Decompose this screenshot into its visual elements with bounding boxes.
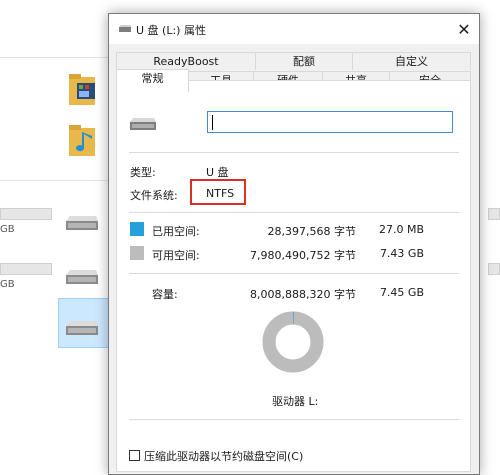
free-space-bytes: 7,980,490,752 字节 <box>250 249 356 262</box>
title-bar[interactable]: U 盘 (L:) 属性 ✕ <box>109 14 479 44</box>
text-caret <box>212 115 213 130</box>
drive-icon[interactable] <box>64 267 100 287</box>
separator <box>129 152 459 153</box>
usage-donut-chart <box>262 311 324 373</box>
close-button[interactable]: ✕ <box>449 14 479 44</box>
drive-usage-bar <box>0 263 52 275</box>
tab-customize[interactable]: 自定义 <box>352 52 471 70</box>
drive-usage-bar <box>488 208 500 220</box>
dialog-title: U 盘 (L:) 属性 <box>136 24 206 37</box>
capacity-bytes: 8,008,888,320 字节 <box>250 288 356 301</box>
folder-music-icon[interactable] <box>68 124 98 158</box>
capacity-size: 7.45 GB <box>379 286 424 299</box>
drive-name-input[interactable] <box>207 111 453 133</box>
type-label: 类型: <box>130 166 156 179</box>
usb-drive-icon <box>119 25 131 32</box>
filesystem-label: 文件系统: <box>130 189 178 202</box>
drive-letter-label: 驱动器 L: <box>272 395 319 408</box>
close-icon: ✕ <box>457 19 471 39</box>
drive-usage-bar <box>0 208 52 220</box>
compress-checkbox[interactable] <box>129 450 140 461</box>
compress-label[interactable]: 压缩此驱动器以节约磁盘空间(C) <box>144 448 303 464</box>
free-space-ring <box>262 311 324 373</box>
tab-quota[interactable]: 配额 <box>255 52 353 70</box>
free-space-label: 可用空间: <box>152 249 200 262</box>
properties-dialog: U 盘 (L:) 属性 ✕ ReadyBoost 配额 自定义 常规 工具 硬件… <box>108 13 480 475</box>
drive-icon[interactable] <box>64 213 100 233</box>
usb-drive-icon <box>130 118 156 130</box>
type-value: U 盘 <box>206 166 229 179</box>
separator <box>129 273 459 274</box>
explorer-divider <box>0 57 110 58</box>
free-space-size: 7.43 GB <box>379 247 424 260</box>
capacity-label: 容量: <box>152 288 178 301</box>
drive-size-text: GB <box>0 279 15 290</box>
used-space-bytes: 28,397,568 字节 <box>267 225 356 238</box>
tab-readyboost[interactable]: ReadyBoost <box>116 52 256 70</box>
free-space-swatch <box>130 246 144 260</box>
general-tab-panel: 类型: U 盘 文件系统: NTFS 已用空间: 28,397,568 字节 2… <box>116 80 471 472</box>
explorer-divider <box>0 180 110 181</box>
used-space-size: 27.0 MB <box>378 223 424 236</box>
used-space-swatch <box>130 222 144 236</box>
separator <box>129 419 459 420</box>
separator <box>129 212 459 213</box>
filesystem-highlight <box>190 179 246 205</box>
used-space-label: 已用空间: <box>152 225 200 238</box>
usb-drive-icon[interactable] <box>64 318 100 338</box>
drive-size-text: GB <box>0 224 15 235</box>
tab-general[interactable]: 常规 <box>116 69 189 92</box>
folder-video-icon[interactable] <box>68 73 98 107</box>
drive-usage-bar <box>488 263 500 275</box>
